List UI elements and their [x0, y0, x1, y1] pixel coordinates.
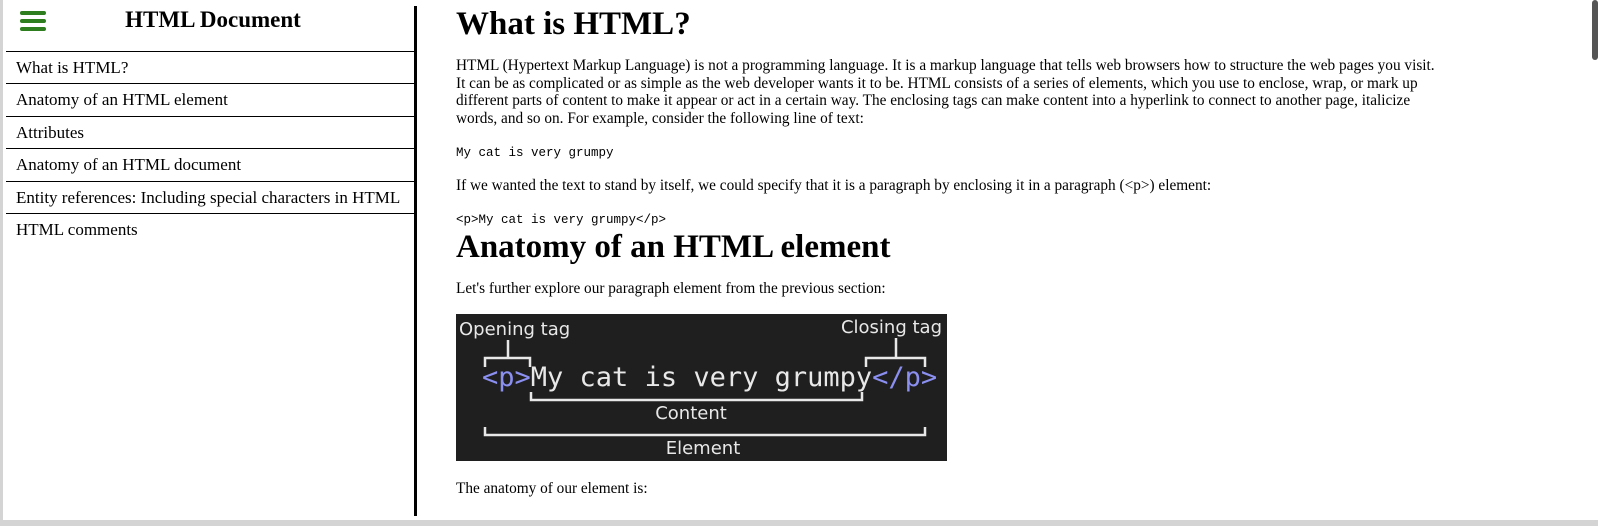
sidebar-title: HTML Document — [125, 7, 301, 32]
sidebar-item-what-is-html[interactable]: What is HTML? — [6, 52, 416, 85]
sidebar-divider[interactable] — [414, 6, 417, 516]
sidebar-header: HTML Document — [6, 6, 416, 52]
paragraph-explore: Let's further explore our paragraph elem… — [456, 280, 886, 297]
element-label: Element — [666, 438, 741, 459]
content-text: My cat is very grumpy — [531, 362, 872, 393]
scrollbar-thumb[interactable] — [1592, 0, 1598, 60]
browser-viewport: HTML Document What is HTML? Anatomy of a… — [0, 0, 1598, 526]
main-content: What is HTML? HTML (Hypertext Markup Lan… — [456, 0, 1456, 516]
closing-tag-label: Closing tag — [841, 317, 942, 338]
sidebar-item-anatomy-element[interactable]: Anatomy of an HTML element — [6, 84, 416, 117]
sidebar: HTML Document What is HTML? Anatomy of a… — [6, 6, 416, 516]
sidebar-item-entity-references[interactable]: Entity references: Including special cha… — [6, 182, 416, 214]
heading-what-is-html: What is HTML? — [456, 6, 691, 42]
open-tag-text: <p> — [482, 362, 531, 393]
paragraph-anatomy: The anatomy of our element is: — [456, 480, 648, 497]
code-example-text: My cat is very grumpy — [456, 146, 614, 160]
code-example-paragraph: <p>My cat is very grumpy</p> — [456, 213, 667, 227]
element-anatomy-diagram: Opening tag Closing tag <p>My cat is ver… — [456, 314, 947, 461]
sidebar-item-html-comments[interactable]: HTML comments — [6, 214, 416, 246]
sidebar-item-anatomy-document[interactable]: Anatomy of an HTML document — [6, 149, 416, 182]
paragraph-wrap: If we wanted the text to stand by itself… — [456, 177, 1212, 194]
paragraph-intro: HTML (Hypertext Markup Language) is not … — [456, 57, 1435, 127]
content-label: Content — [655, 403, 727, 424]
sidebar-nav: What is HTML? Anatomy of an HTML element… — [6, 52, 416, 246]
close-tag-text: </p> — [872, 362, 937, 393]
svg-text:<p>My cat is very grumpy</p>: <p>My cat is very grumpy</p> — [482, 362, 937, 393]
sidebar-item-attributes[interactable]: Attributes — [6, 117, 416, 150]
heading-anatomy-element: Anatomy of an HTML element — [456, 229, 891, 265]
opening-tag-label: Opening tag — [459, 319, 570, 340]
